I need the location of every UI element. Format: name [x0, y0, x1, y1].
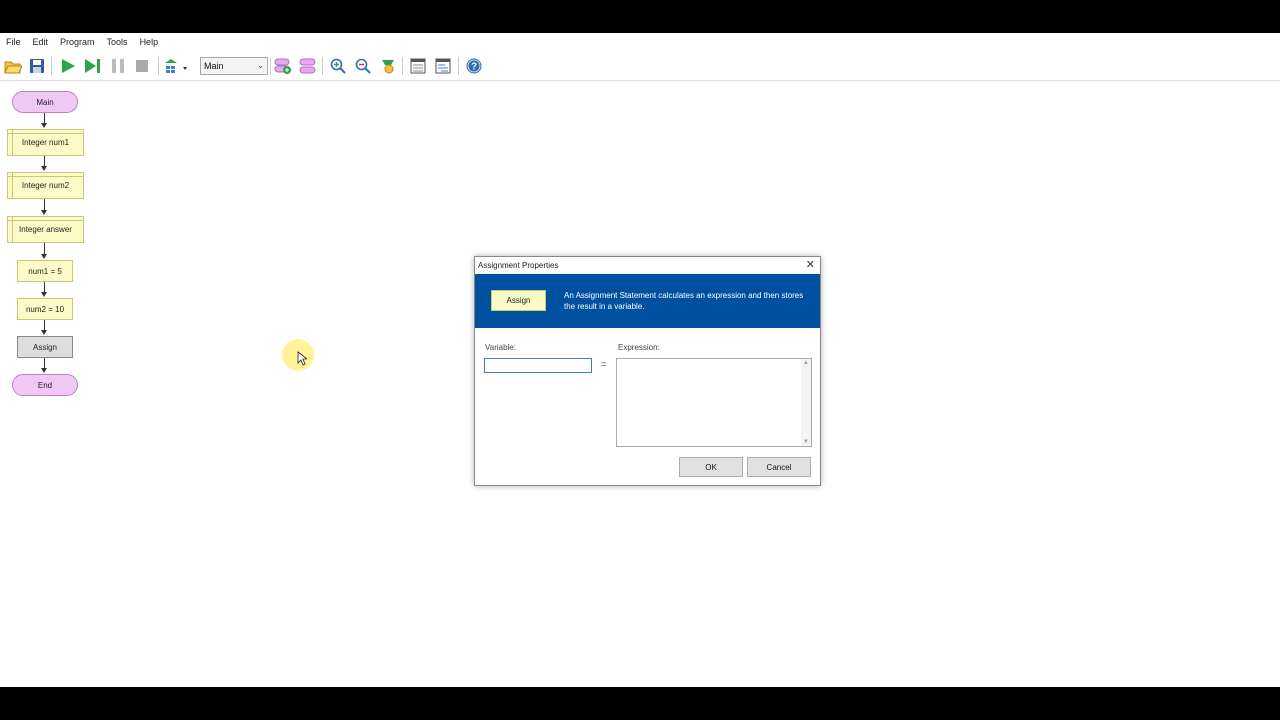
assignment-properties-dialog: Assignment Properties ✕ Assign An Assign…	[474, 256, 821, 486]
run-icon[interactable]	[59, 57, 77, 75]
menu-tools[interactable]: Tools	[107, 37, 128, 47]
main-start-terminal[interactable]: Main	[12, 91, 78, 113]
ok-button[interactable]: OK	[679, 457, 743, 477]
assign-num1[interactable]: num1 = 5	[17, 260, 73, 282]
console-window-icon[interactable]	[434, 57, 452, 75]
mouse-pointer-icon	[297, 351, 307, 366]
open-icon[interactable]	[4, 57, 22, 75]
remove-function-icon[interactable]	[299, 57, 317, 75]
declare-answer[interactable]: Integer answer	[7, 216, 84, 243]
chevron-down-icon: ⌄	[257, 61, 264, 70]
variables-window-icon[interactable]	[409, 57, 427, 75]
pause-icon[interactable]	[109, 57, 127, 75]
declare-num2[interactable]: Integer num2	[7, 172, 84, 199]
declare-num1[interactable]: Integer num1	[7, 129, 84, 156]
banner-description: An Assignment Statement calculates an ex…	[564, 291, 804, 311]
add-function-icon[interactable]	[274, 57, 292, 75]
scroll-down-icon[interactable]: ▼	[803, 439, 809, 445]
layout-icon[interactable]	[165, 57, 189, 75]
step-icon[interactable]	[84, 57, 102, 75]
assign-selected[interactable]: Assign	[17, 336, 73, 358]
svg-text:?: ?	[471, 62, 477, 73]
scroll-up-icon[interactable]: ▲	[803, 360, 809, 366]
end-terminal[interactable]: End	[12, 374, 78, 396]
toolbar: Main ⌄ ?	[0, 51, 1280, 81]
assign-num2[interactable]: num2 = 10	[17, 298, 73, 320]
zoom-out-icon[interactable]	[354, 57, 372, 75]
dialog-title: Assignment Properties	[478, 261, 559, 270]
expression-scrollbar[interactable]: ▲ ▼	[801, 359, 811, 446]
flowgorithm-window: File Edit Program Tools Help Main ⌄ ? Ma…	[0, 33, 1280, 687]
save-icon[interactable]	[28, 57, 46, 75]
equals-sign: =	[601, 359, 607, 369]
menu-edit[interactable]: Edit	[33, 37, 49, 47]
close-icon[interactable]: ✕	[806, 259, 815, 271]
help-icon[interactable]: ?	[465, 57, 483, 75]
stop-icon[interactable]	[133, 57, 151, 75]
dialog-banner: Assign An Assignment Statement calculate…	[475, 274, 820, 328]
menu-help[interactable]: Help	[140, 37, 159, 47]
zoom-fit-icon[interactable]	[379, 57, 397, 75]
variable-input[interactable]	[484, 358, 592, 373]
variable-label: Variable:	[485, 343, 516, 352]
menu-file[interactable]: File	[6, 37, 21, 47]
subchart-select[interactable]: Main ⌄	[200, 57, 268, 75]
zoom-in-icon[interactable]	[329, 57, 347, 75]
expression-input[interactable]: ▲ ▼	[616, 358, 812, 447]
cancel-button[interactable]: Cancel	[747, 457, 811, 477]
menu-program[interactable]: Program	[60, 37, 95, 47]
expression-label: Expression:	[618, 343, 660, 352]
banner-assign-shape: Assign	[491, 290, 546, 311]
menu-bar: File Edit Program Tools Help	[0, 33, 1280, 51]
